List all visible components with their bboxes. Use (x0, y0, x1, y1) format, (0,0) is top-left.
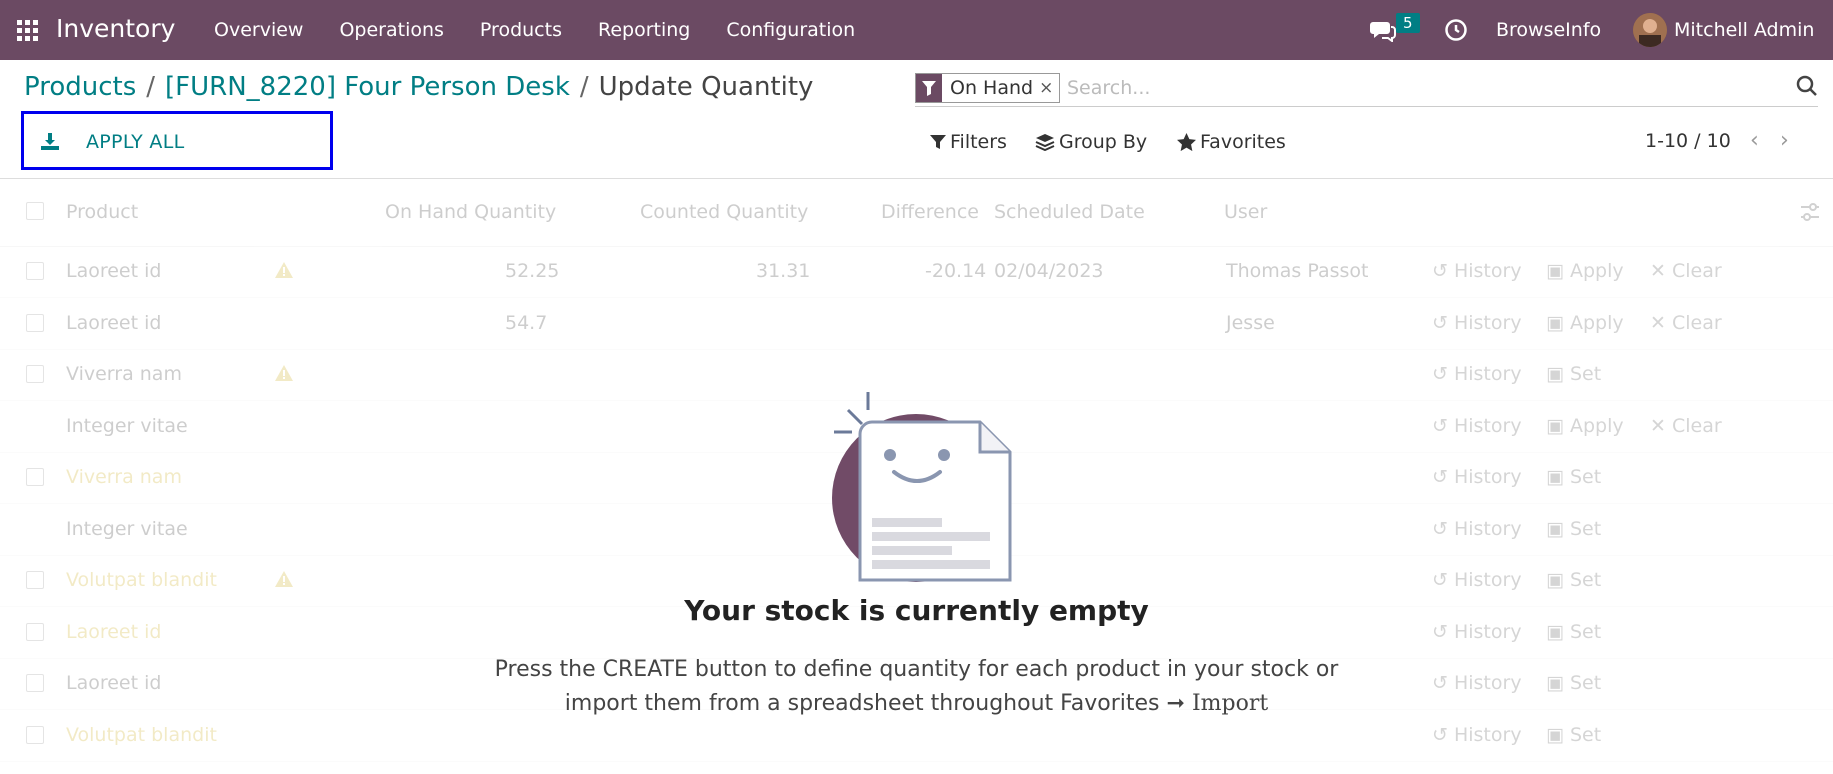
cell-product[interactable]: Laoreet id (66, 312, 161, 334)
warning-icon (275, 262, 293, 278)
menu-reporting[interactable]: Reporting (598, 19, 690, 41)
arrow-icon: ➞ (1166, 691, 1185, 716)
row-checkbox[interactable] (26, 313, 44, 332)
filters-label: Filters (950, 131, 1007, 153)
table-header: Product On Hand Quantity Counted Quantit… (0, 179, 1833, 247)
group-by-label: Group By (1059, 131, 1148, 153)
group-by-button[interactable]: Group By (1035, 131, 1147, 153)
empty-state-line1: Press the CREATE button to define quanti… (494, 657, 1339, 682)
cell-on-hand[interactable]: 54.7 (505, 312, 547, 334)
cell-product[interactable]: Laoreet id (66, 260, 161, 282)
pager-value[interactable]: 1-10 / 10 (1645, 130, 1731, 152)
cell-user[interactable]: Thomas Passot (1226, 260, 1368, 282)
breadcrumb-separator: / (579, 72, 589, 102)
menu-configuration[interactable]: Configuration (726, 19, 855, 41)
app-name[interactable]: Inventory (56, 14, 175, 43)
cell-user[interactable]: Jesse (1226, 312, 1275, 334)
cell-scheduled-date[interactable]: 02/04/2023 (994, 260, 1104, 282)
company-switcher[interactable]: BrowseInfo (1496, 19, 1601, 41)
download-icon (41, 133, 59, 150)
star-icon (1177, 133, 1196, 151)
search-facet: On Hand × (915, 73, 1061, 103)
pager-previous-icon[interactable]: ‹ (1750, 128, 1759, 153)
chat-icon[interactable] (1370, 18, 1396, 42)
breadcrumb-products[interactable]: Products (24, 72, 136, 102)
chat-count-badge: 5 (1396, 13, 1420, 33)
history-label: History (1453, 260, 1522, 282)
apply-or-set-button[interactable]: ▣ Apply (1546, 260, 1624, 282)
empty-state-import: Import (1191, 691, 1269, 716)
empty-state-description: Press the CREATE button to define quanti… (470, 653, 1363, 721)
facet-remove-icon[interactable]: × (1039, 78, 1059, 98)
column-on-hand[interactable]: On Hand Quantity (385, 201, 556, 223)
empty-state-line2: import them from a spreadsheet throughou… (564, 691, 1160, 716)
main-menu: Overview Operations Products Reporting C… (214, 19, 891, 41)
clear-label: Clear (1671, 311, 1722, 334)
clear-button[interactable]: ✕ Clear (1650, 260, 1722, 282)
filters-button[interactable]: Filters (930, 131, 1007, 153)
column-counted[interactable]: Counted Quantity (640, 201, 808, 223)
favorites-button[interactable]: Favorites (1177, 131, 1286, 153)
layers-icon (1035, 134, 1055, 151)
empty-state: Your stock is currently empty Press the … (0, 380, 1833, 774)
breadcrumb-separator: / (146, 72, 156, 102)
clear-button[interactable]: ✕ Clear (1650, 312, 1722, 334)
apply-all-button[interactable]: APPLY ALL (21, 111, 333, 170)
top-navbar: Inventory Overview Operations Products R… (0, 0, 1833, 60)
activity-clock-icon[interactable] (1444, 18, 1468, 42)
menu-overview[interactable]: Overview (214, 19, 303, 41)
apply-all-label: APPLY ALL (86, 131, 185, 153)
cell-on-hand[interactable]: 52.25 (505, 260, 559, 282)
column-user[interactable]: User (1224, 201, 1267, 223)
table-row[interactable]: Laoreet id 54.7 Jesse ↺ History ▣ Apply ✕ Cle… (0, 298, 1833, 350)
apply-or-set-button[interactable]: ▣ Apply (1546, 312, 1624, 334)
breadcrumb: Products / [FURN_8220] Four Person Desk / Up… (24, 72, 813, 102)
history-label: History (1453, 311, 1522, 334)
menu-products[interactable]: Products (480, 19, 562, 41)
apps-menu-icon[interactable] (17, 20, 38, 41)
pager-next-icon[interactable]: › (1780, 128, 1789, 153)
search-icon[interactable] (1796, 75, 1818, 97)
cell-counted[interactable]: 31.31 (756, 260, 810, 282)
user-avatar[interactable] (1633, 13, 1667, 47)
column-scheduled-date[interactable]: Scheduled Date (994, 201, 1145, 223)
favorites-label: Favorites (1200, 131, 1286, 153)
filter-icon (930, 135, 946, 149)
search-bar: On Hand × (915, 70, 1818, 107)
search-input[interactable] (1065, 74, 1769, 102)
user-menu[interactable]: Mitchell Admin (1674, 19, 1814, 41)
facet-label: On Hand (950, 77, 1034, 99)
filter-icon (916, 74, 942, 102)
column-difference[interactable]: Difference (881, 201, 979, 223)
row-checkbox[interactable] (26, 262, 44, 280)
empty-document-illustration (832, 392, 1012, 582)
clear-label: Clear (1671, 260, 1722, 282)
column-settings-icon[interactable] (1799, 201, 1821, 223)
select-all-checkbox[interactable] (26, 202, 44, 220)
history-button[interactable]: ↺ History (1432, 260, 1522, 282)
apply-or-set-label: Apply (1570, 260, 1624, 282)
breadcrumb-product[interactable]: [FURN_8220] Four Person Desk (165, 72, 570, 102)
menu-operations[interactable]: Operations (339, 19, 443, 41)
table-row[interactable]: Laoreet id 52.25 31.31 -20.14 02/04/2023 Thom… (0, 246, 1833, 298)
empty-state-title: Your stock is currently empty (684, 594, 1149, 627)
history-button[interactable]: ↺ History (1432, 312, 1522, 334)
cell-difference: -20.14 (925, 260, 987, 282)
breadcrumb-current: Update Quantity (598, 72, 814, 102)
column-product[interactable]: Product (66, 201, 138, 223)
apply-or-set-label: Apply (1570, 311, 1624, 334)
